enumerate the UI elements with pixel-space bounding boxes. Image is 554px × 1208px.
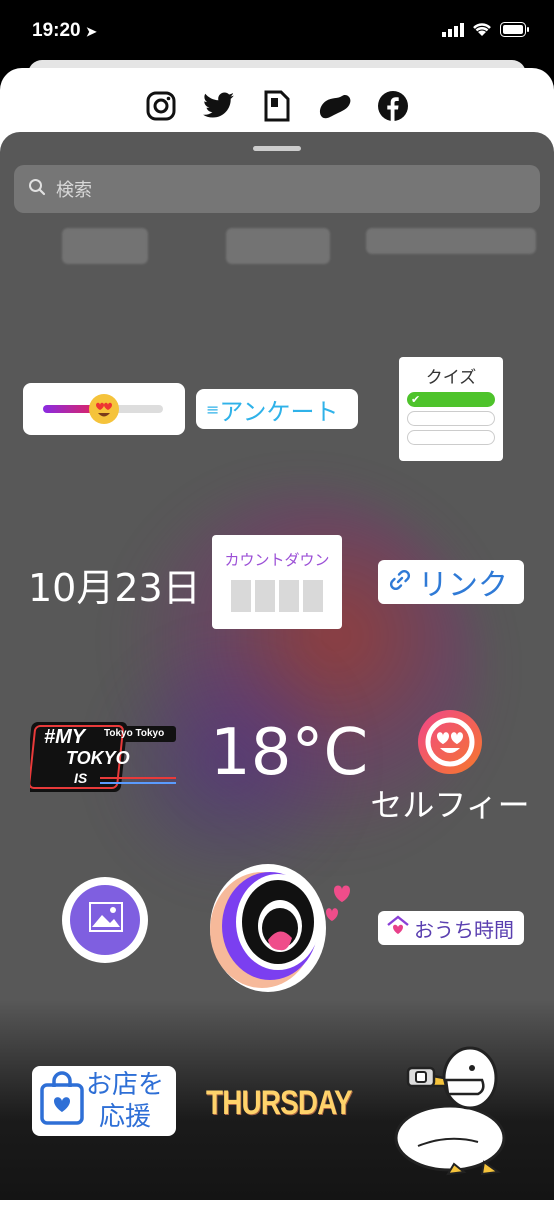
faded-sticker (62, 228, 148, 264)
mytokyo-line2: TOKYO (66, 748, 130, 768)
wifi-icon (472, 22, 492, 41)
support-store-line1: お店を (86, 1070, 165, 1100)
house-heart-icon (386, 914, 410, 942)
selfie-heart-eyes-icon (418, 710, 482, 774)
quiz-title: クイズ (425, 368, 477, 388)
mouth-sticker[interactable] (204, 860, 354, 996)
photo-sticker[interactable] (62, 877, 148, 963)
support-store-sticker[interactable]: お店を 応援 (32, 1066, 176, 1136)
quiz-option (407, 411, 495, 426)
stay-home-sticker[interactable]: おうち時間 (378, 911, 524, 945)
quiz-correct-option: ✔ (407, 392, 495, 407)
emoji-slider-sticker[interactable] (23, 383, 185, 435)
link-icon (388, 565, 412, 600)
countdown-title: カウントダウン (224, 551, 330, 569)
search-placeholder[interactable]: 検索 (56, 176, 92, 202)
search-icon (28, 178, 46, 201)
battery-icon (500, 22, 530, 41)
temperature-sticker[interactable]: 18°C (210, 716, 368, 790)
twitter-icon[interactable] (202, 89, 236, 123)
faded-sticker (226, 228, 330, 264)
poll-label: アンケート (219, 397, 339, 426)
status-time: 19:20 ➤ (32, 20, 97, 41)
document-icon[interactable] (260, 89, 294, 123)
signal-icon (442, 22, 464, 41)
heart-eyes-emoji-icon (89, 394, 119, 424)
messenger-icon[interactable] (318, 89, 352, 123)
list-icon: ≡ (206, 399, 220, 419)
faded-sticker (366, 228, 536, 254)
facebook-icon[interactable] (376, 89, 410, 123)
share-row (0, 84, 554, 128)
link-sticker[interactable]: リンク (378, 560, 524, 604)
photo-thumbnail (70, 885, 140, 955)
quiz-sticker[interactable]: クイズ ✔ (399, 357, 503, 461)
duck-sticker[interactable] (388, 1038, 528, 1178)
countdown-cells (212, 580, 342, 612)
date-sticker[interactable]: 10月23日 (28, 557, 201, 612)
mytokyo-line3: IS (74, 770, 88, 786)
check-icon: ✔ (411, 393, 421, 406)
day-sticker[interactable]: THURSDAY (206, 1084, 353, 1123)
link-label: リンク (418, 568, 508, 603)
instagram-icon[interactable] (144, 89, 178, 123)
poll-sticker[interactable]: ≡ アンケート (196, 389, 358, 429)
selfie-sticker[interactable]: セルフィー (370, 710, 530, 824)
support-store-line2: 応援 (99, 1102, 152, 1132)
mytokyo-line1: #MY (44, 726, 86, 748)
drag-handle[interactable] (253, 146, 301, 151)
selfie-label: セルフィー (370, 786, 530, 824)
my-tokyo-sticker[interactable]: #MY TOKYO IS Tokyo Tokyo (25, 720, 180, 796)
search-bar[interactable]: 検索 (14, 165, 540, 213)
mytokyo-badge: Tokyo Tokyo (104, 728, 165, 739)
sticker-sheet: 検索 ≡ アンケート クイズ ✔ 10月23日 カウントダウン リンク #MY … (0, 132, 554, 1200)
status-bar: 19:20 ➤ (0, 0, 554, 64)
countdown-sticker[interactable]: カウントダウン (212, 535, 342, 629)
location-arrow-icon: ➤ (85, 24, 97, 39)
quiz-option (407, 430, 495, 445)
stay-home-label: おうち時間 (414, 917, 514, 942)
shopping-bag-icon (38, 1071, 86, 1131)
